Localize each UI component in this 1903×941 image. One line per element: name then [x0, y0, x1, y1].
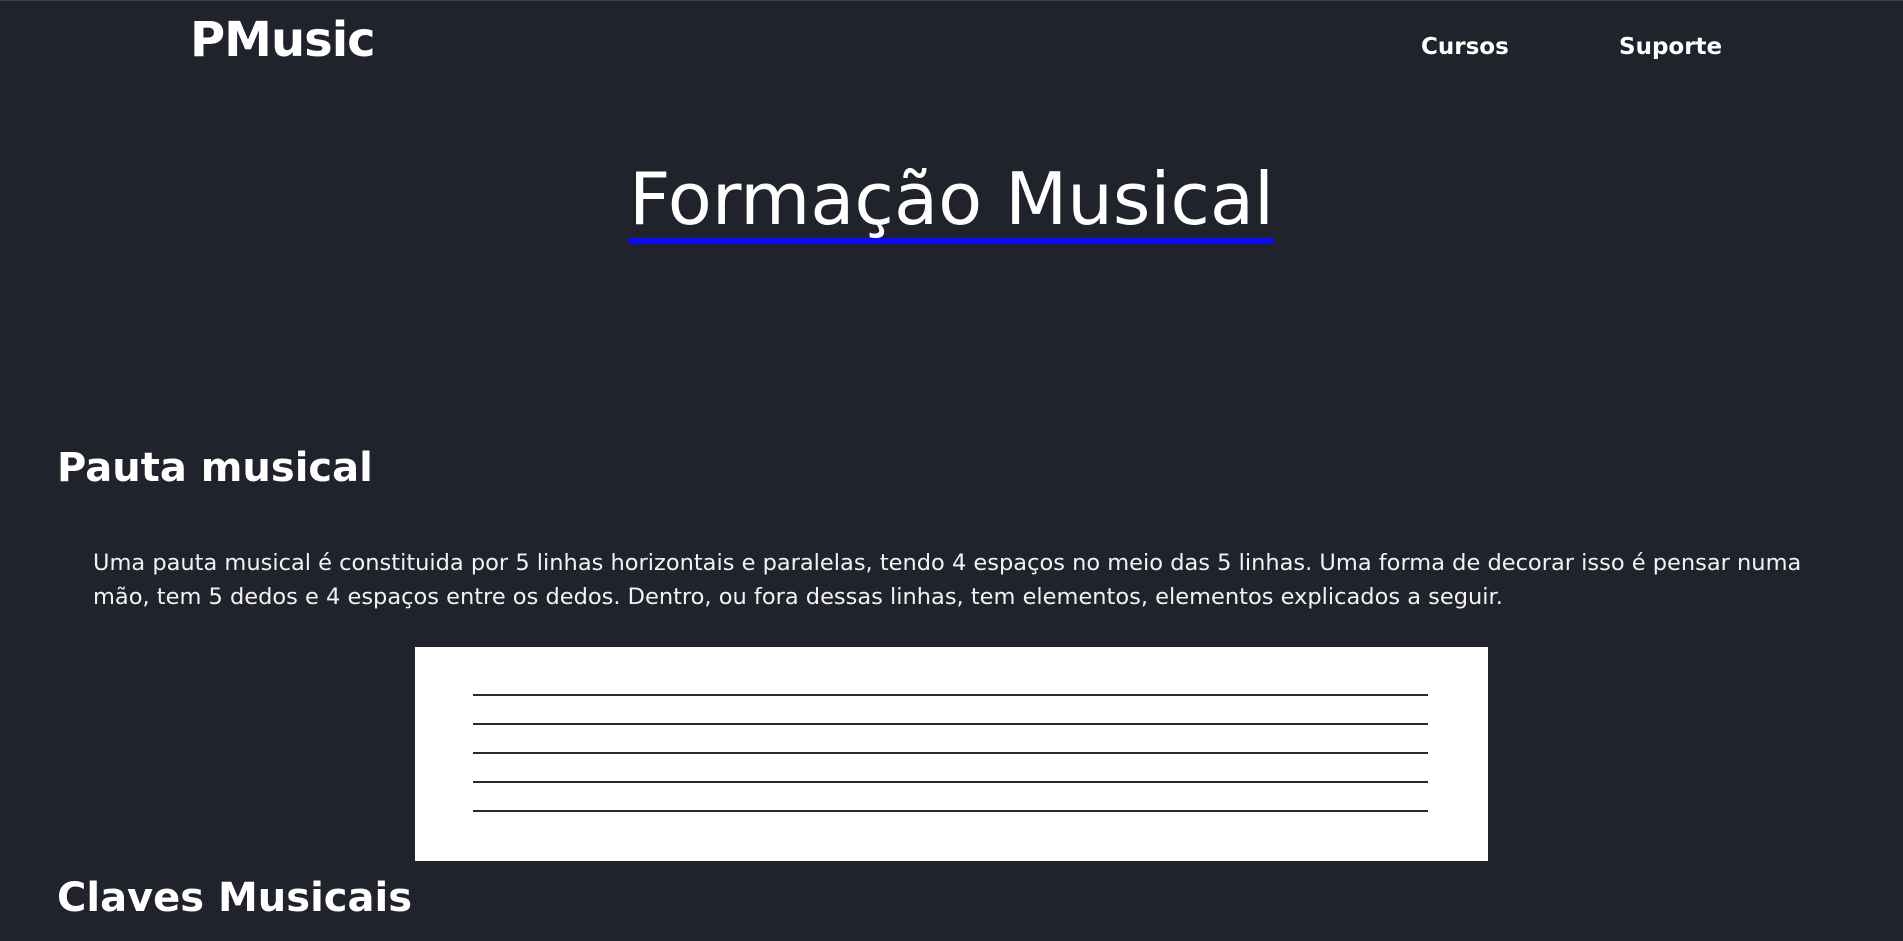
- section-paragraph-pauta: Uma pauta musical é constituida por 5 li…: [93, 550, 1802, 610]
- staff-line: [473, 694, 1428, 696]
- main-nav: Cursos Suporte: [0, 36, 1903, 66]
- page-title-text: Formação Musical: [628, 160, 1275, 244]
- nav-link-suporte[interactable]: Suporte: [1619, 36, 1722, 59]
- page: PMusic Cursos Suporte Formação Musical P…: [0, 0, 1903, 941]
- section-heading-claves: Claves Musicais: [57, 875, 413, 921]
- page-title: Formação Musical: [0, 160, 1903, 244]
- staff-line: [473, 781, 1428, 783]
- top-border: [0, 0, 1903, 1]
- staff-line: [473, 752, 1428, 754]
- staff-line: [473, 723, 1428, 725]
- staff-line: [473, 810, 1428, 812]
- nav-link-cursos[interactable]: Cursos: [1421, 36, 1509, 59]
- music-staff-image: [415, 647, 1488, 861]
- section-heading-pauta: Pauta musical: [57, 445, 373, 491]
